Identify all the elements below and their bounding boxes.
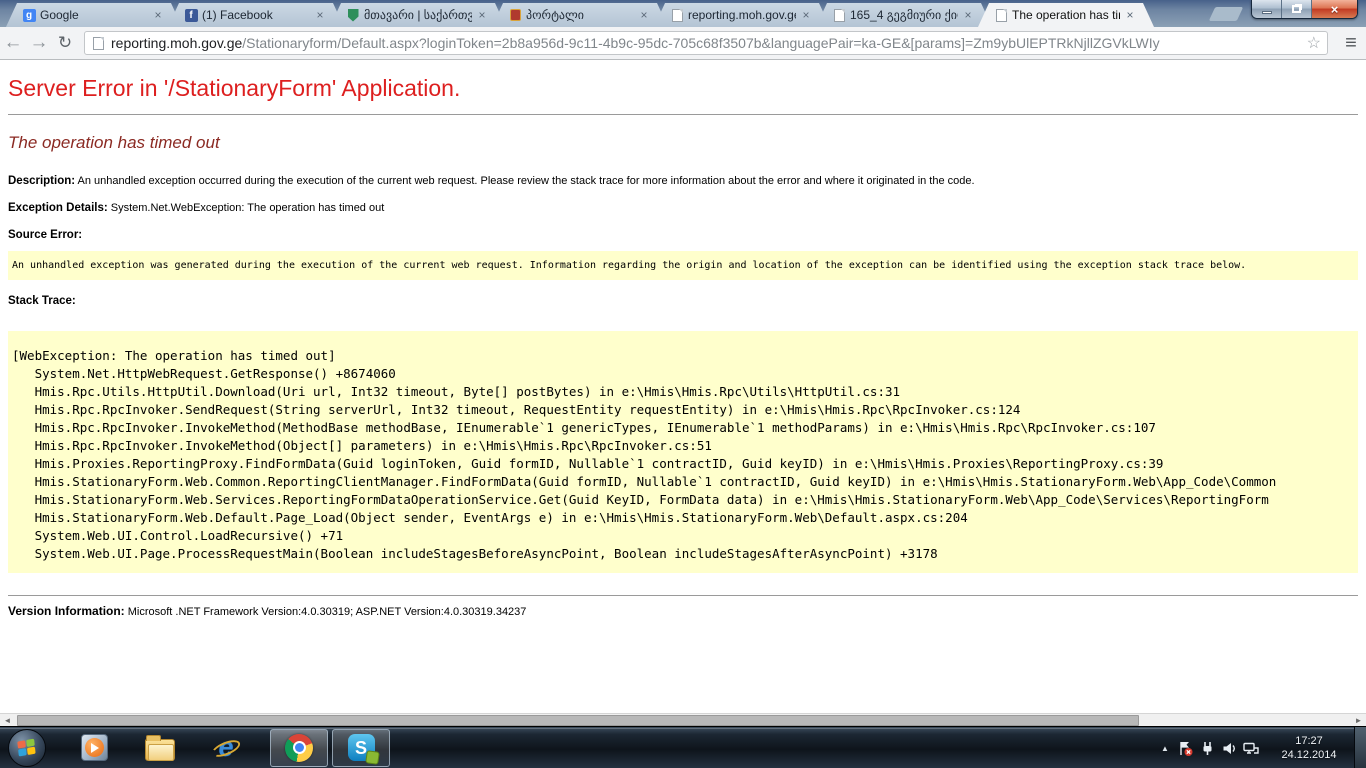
description-label: Description: (8, 175, 75, 187)
exception-text: System.Net.WebException: The operation h… (108, 202, 385, 214)
google-favicon-icon: g (22, 8, 36, 22)
taskbar: e S ▲ (0, 726, 1366, 768)
stack-trace-box: [WebException: The operation has timed o… (8, 331, 1358, 573)
address-bar[interactable]: reporting.moh.gov.ge/Stationaryform/Defa… (84, 31, 1328, 55)
source-error-box: An unhandled exception was generated dur… (8, 251, 1358, 280)
page-content: Server Error in '/StationaryForm' Applic… (0, 60, 1366, 713)
tab-close-icon[interactable]: × (1124, 9, 1136, 21)
browser-toolbar: ← → ↻ reporting.moh.gov.ge/Stationaryfor… (0, 27, 1366, 60)
tab-close-icon[interactable]: × (152, 9, 164, 21)
tab-title: The operation has tim (1012, 8, 1120, 22)
tab-165-4[interactable]: 165_4 გეგმიური ქირ × (816, 3, 992, 27)
version-information-line: Version Information: Microsoft .NET Fram… (8, 604, 1358, 618)
facebook-favicon-icon: f (184, 8, 198, 22)
emblem-favicon-icon (508, 8, 522, 22)
forward-button[interactable]: → (26, 30, 52, 56)
network-icon[interactable] (1240, 727, 1262, 768)
system-tray: ▲ 17:27 24.12.2014 (1156, 727, 1366, 768)
minimize-button[interactable] (1252, 0, 1282, 18)
reload-button[interactable]: ↻ (52, 30, 78, 56)
tab-close-icon[interactable]: × (800, 9, 812, 21)
tab-close-icon[interactable]: × (962, 9, 974, 21)
tab-title: reporting.moh.gov.ge (688, 8, 796, 22)
version-label: Version Information: (8, 604, 125, 618)
action-center-flag-icon[interactable] (1174, 727, 1196, 768)
url-text: reporting.moh.gov.ge/Stationaryform/Defa… (111, 35, 1160, 51)
tray-expand-icon[interactable]: ▲ (1156, 744, 1174, 753)
close-icon: × (1331, 3, 1339, 16)
restore-button[interactable] (1282, 0, 1312, 18)
tab-close-icon[interactable]: × (638, 9, 650, 21)
new-tab-button[interactable] (1209, 7, 1244, 21)
exception-label: Exception Details: (8, 202, 108, 214)
stack-trace-label: Stack Trace: (8, 295, 76, 307)
folder-icon (145, 739, 175, 761)
stack-trace-line: Stack Trace: (8, 295, 1358, 307)
url-host: reporting.moh.gov.ge (111, 35, 242, 51)
back-button[interactable]: ← (0, 30, 26, 56)
chrome-icon (285, 734, 313, 762)
media-player-icon (81, 734, 108, 761)
close-button[interactable]: × (1312, 0, 1357, 18)
page-favicon-icon (832, 8, 846, 22)
skype-icon: S (348, 734, 375, 761)
tab-reporting[interactable]: reporting.moh.gov.ge × (654, 3, 830, 27)
tab-title: 165_4 გეგმიური ქირ (850, 8, 958, 22)
taskbar-clock[interactable]: 17:27 24.12.2014 (1270, 734, 1348, 762)
skype-badge (365, 750, 380, 765)
start-button[interactable] (8, 729, 46, 767)
url-path: /Stationaryform/Default.aspx?loginToken=… (242, 35, 1159, 51)
browser-window: g Google × f (1) Facebook × მთავარი | სა… (0, 0, 1366, 768)
source-error-line: Source Error: (8, 229, 1358, 241)
error-subtitle: The operation has timed out (8, 133, 1358, 153)
volume-speaker-icon[interactable] (1218, 727, 1240, 768)
source-error-label: Source Error: (8, 229, 82, 241)
exception-details-line: Exception Details: System.Net.WebExcepti… (8, 202, 1358, 214)
tab-title: Google (40, 8, 148, 22)
restore-icon (1292, 5, 1301, 13)
tab-title: პორტალი (526, 8, 634, 22)
windows-logo-icon (17, 738, 36, 757)
tab-active-operation-timed-out[interactable]: The operation has tim × (978, 3, 1154, 27)
bookmark-star-icon[interactable]: ☆ (1307, 33, 1321, 53)
taskbar-media-player-button[interactable] (72, 728, 116, 768)
page-icon (93, 37, 104, 50)
tab-title: მთავარი | საქართვე (364, 8, 472, 22)
internet-explorer-icon: e (211, 733, 241, 763)
taskbar-chrome-button[interactable] (270, 729, 328, 767)
tab-strip: g Google × f (1) Facebook × მთავარი | სა… (0, 0, 1366, 27)
scrollbar-thumb[interactable] (17, 715, 1139, 726)
description-text: An unhandled exception occurred during t… (75, 175, 974, 187)
error-title: Server Error in '/StationaryForm' Applic… (8, 74, 1358, 102)
tab-facebook[interactable]: f (1) Facebook × (168, 3, 344, 27)
stack-trace-text: [WebException: The operation has timed o… (12, 347, 1358, 563)
tab-close-icon[interactable]: × (476, 9, 488, 21)
divider (8, 595, 1358, 596)
taskbar-internet-explorer-button[interactable]: e (204, 728, 248, 768)
tab-close-icon[interactable]: × (314, 9, 326, 21)
version-text: Microsoft .NET Framework Version:4.0.303… (125, 606, 527, 618)
clock-date: 24.12.2014 (1270, 748, 1348, 762)
horizontal-scrollbar[interactable]: ◄ ► (0, 713, 1366, 726)
tab-google[interactable]: g Google × (6, 3, 182, 27)
description-line: Description: An unhandled exception occu… (8, 175, 1358, 187)
tab-title: (1) Facebook (202, 8, 310, 22)
clock-time: 17:27 (1270, 734, 1348, 748)
tab-portali[interactable]: პორტალი × (492, 3, 668, 27)
taskbar-explorer-button[interactable] (138, 728, 182, 768)
shield-favicon-icon (346, 8, 360, 22)
page-favicon-icon (994, 8, 1008, 22)
show-desktop-button[interactable] (1354, 727, 1366, 768)
window-controls: × (1251, 0, 1358, 19)
power-plug-icon[interactable] (1196, 727, 1218, 768)
tab-mtavari[interactable]: მთავარი | საქართვე × (330, 3, 506, 27)
minimize-icon (1262, 11, 1272, 14)
divider (8, 114, 1358, 115)
page-favicon-icon (670, 8, 684, 22)
taskbar-skype-button[interactable]: S (332, 729, 390, 767)
chrome-menu-icon[interactable]: ≡ (1336, 32, 1366, 55)
